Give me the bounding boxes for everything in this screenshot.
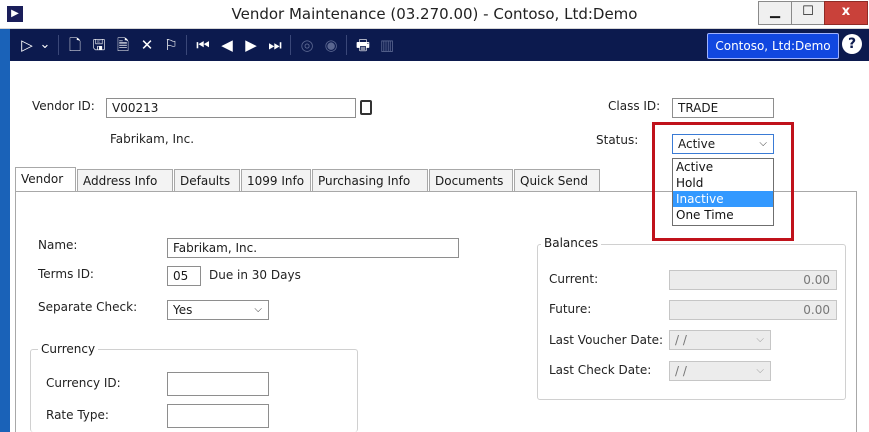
first-record-icon[interactable]: ⏮ — [194, 35, 212, 55]
tab-1099-info[interactable]: 1099 Info — [241, 169, 311, 191]
hidden-icon[interactable]: ◉ — [322, 35, 340, 55]
vendor-name-text: Fabrikam, Inc. — [110, 132, 195, 146]
name-field[interactable]: Fabrikam, Inc. — [167, 238, 459, 258]
help-icon[interactable]: ? — [842, 34, 862, 54]
last-check-date-label: Last Check Date: — [549, 363, 652, 377]
company-button[interactable]: Contoso, Ltd:Demo — [707, 33, 839, 59]
toolbar-separator — [186, 35, 187, 55]
chevron-down-icon[interactable]: ⌵ — [254, 301, 262, 319]
toolbar-separator — [58, 35, 59, 55]
vendor-id-label: Vendor ID: — [32, 99, 95, 113]
tab-vendor[interactable]: Vendor — [15, 167, 76, 191]
terms-id-label: Terms ID: — [38, 267, 94, 281]
print-icon[interactable]: 🖶 — [354, 35, 372, 55]
currency-id-label: Currency ID: — [46, 376, 121, 390]
rate-type-label: Rate Type: — [46, 408, 109, 422]
left-accent-strip — [0, 29, 10, 432]
delete-icon[interactable]: ✕ — [138, 35, 156, 55]
minimize-button[interactable]: ▁ — [758, 1, 792, 25]
next-record-icon[interactable]: ▶ — [242, 35, 260, 55]
rate-type-field[interactable] — [167, 404, 269, 428]
terms-id-field[interactable]: 05 — [167, 266, 201, 286]
last-record-icon[interactable]: ⏭ — [266, 35, 284, 55]
last-voucher-date-value: / / — [675, 333, 687, 347]
last-check-date-field[interactable]: / / ⌵ — [669, 361, 771, 381]
export-icon[interactable]: ▥ — [378, 35, 396, 55]
balances-group-title: Balances — [541, 236, 602, 250]
title-bar: ▶ Vendor Maintenance (03.270.00) - Conto… — [0, 0, 869, 29]
tab-documents[interactable]: Documents — [429, 169, 513, 191]
save-icon[interactable]: 🖫 — [90, 35, 108, 55]
separate-check-select[interactable]: Yes ⌵ — [167, 300, 269, 320]
name-label: Name: — [38, 238, 78, 252]
new-icon[interactable]: 🗋 — [66, 35, 84, 55]
maximize-button[interactable]: ☐ — [791, 1, 825, 25]
future-field[interactable]: 0.00 — [669, 300, 837, 320]
toolbar-separator — [346, 35, 347, 55]
currency-id-field[interactable] — [167, 372, 269, 396]
currency-group-title: Currency — [38, 342, 99, 356]
vendor-id-field[interactable]: V00213 — [106, 98, 356, 118]
chevron-down-icon[interactable]: ⌄ — [38, 35, 52, 55]
close-button[interactable]: x — [824, 1, 868, 25]
tab-purchasing-info[interactable]: Purchasing Info — [312, 169, 428, 191]
future-label: Future: — [549, 302, 592, 316]
tab-address-info[interactable]: Address Info — [77, 169, 173, 191]
options-icon[interactable]: ◎ — [298, 35, 316, 55]
toolbar-separator — [290, 35, 291, 55]
menu-icon[interactable]: ▷ — [18, 35, 36, 55]
separate-check-label: Separate Check: — [38, 300, 138, 314]
last-check-date-value: / / — [675, 364, 687, 378]
flag-icon[interactable]: ⚐ — [162, 35, 180, 55]
last-voucher-date-field[interactable]: / / ⌵ — [669, 330, 771, 350]
highlight-annotation-box — [652, 122, 794, 241]
separate-check-value: Yes — [173, 303, 193, 317]
chevron-down-icon[interactable]: ⌵ — [756, 362, 764, 380]
current-field[interactable]: 0.00 — [669, 270, 837, 290]
window-title: Vendor Maintenance (03.270.00) - Contoso… — [231, 5, 638, 23]
class-id-field[interactable]: TRADE — [672, 98, 774, 118]
terms-description: Due in 30 Days — [209, 268, 301, 282]
tab-quick-send[interactable]: Quick Send — [514, 169, 600, 191]
chevron-down-icon[interactable]: ⌵ — [756, 331, 764, 349]
tab-defaults[interactable]: Defaults — [174, 169, 240, 191]
lookup-icon[interactable] — [360, 100, 372, 115]
save-as-icon[interactable]: 🗎 — [114, 35, 132, 55]
status-label: Status: — [596, 133, 639, 147]
toolbar: ▷ ⌄ 🗋 🖫 🗎 ✕ ⚐ ⏮ ◀ ▶ ⏭ ◎ ◉ 🖶 ▥ Contoso, L… — [10, 29, 869, 61]
last-voucher-date-label: Last Voucher Date: — [549, 333, 664, 347]
previous-record-icon[interactable]: ◀ — [218, 35, 236, 55]
class-id-label: Class ID: — [608, 99, 661, 113]
current-label: Current: — [549, 272, 599, 286]
